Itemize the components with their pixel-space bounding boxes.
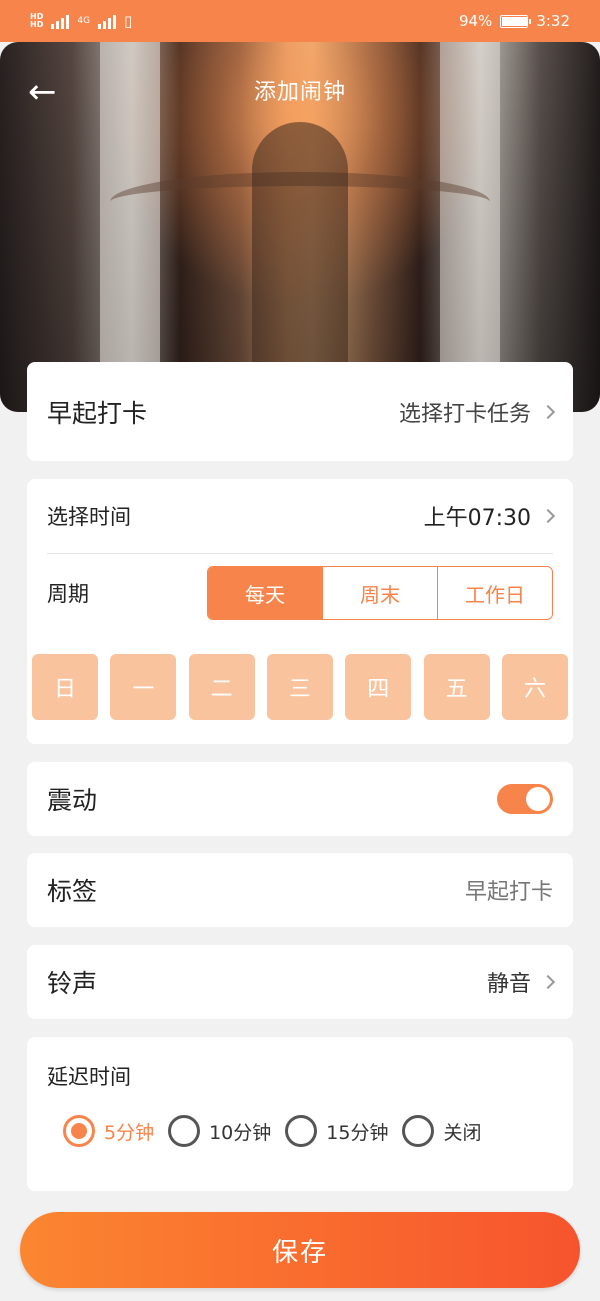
- radio-unchecked-icon: [402, 1115, 435, 1147]
- day-chip-sat[interactable]: 六: [501, 654, 568, 720]
- period-label: 周期: [47, 582, 89, 606]
- status-time: 3:32: [536, 12, 570, 30]
- day-chip-mon[interactable]: 一: [110, 654, 177, 720]
- time-label: 选择时间: [47, 505, 131, 529]
- day-chip-fri[interactable]: 五: [423, 654, 490, 720]
- battery-fill: [502, 16, 527, 26]
- period-option-daily[interactable]: 每天: [208, 567, 322, 619]
- save-button[interactable]: 保存: [20, 1212, 580, 1288]
- delay-options: 5分钟 10分钟 15分钟 关闭: [27, 1115, 573, 1147]
- ringtone-value-wrap: 静音: [486, 966, 556, 998]
- day-chip-sun[interactable]: 日: [32, 654, 98, 720]
- checkin-row[interactable]: 早起打卡 选择打卡任务: [27, 362, 573, 461]
- tag-value: 早起打卡: [464, 880, 553, 905]
- delay-option-label: 10分钟: [209, 1121, 272, 1144]
- tag-row[interactable]: 标签 早起打卡: [27, 853, 573, 927]
- period-option-workday[interactable]: 工作日: [437, 567, 552, 619]
- hd-indicator: HD HD: [30, 13, 43, 29]
- status-bar: HD HD 4G ▯ 94% 3:32: [0, 0, 600, 42]
- battery-icon: [500, 14, 532, 28]
- toggle-knob: [526, 787, 550, 811]
- page-title: 添加闹钟: [253, 80, 346, 105]
- status-right: 94% 3:32: [459, 12, 570, 30]
- delay-option-15min[interactable]: 15分钟: [285, 1115, 388, 1147]
- weekday-chips: 日 一 二 三 四 五 六: [32, 654, 568, 720]
- radio-checked-icon: [63, 1115, 95, 1147]
- signal-icon: [51, 13, 70, 29]
- day-chip-wed[interactable]: 三: [266, 654, 333, 720]
- tag-label: 标签: [47, 877, 98, 906]
- hd-bottom: HD: [30, 20, 44, 29]
- delay-card: 延迟时间 5分钟 10分钟 15分钟 关闭: [27, 1037, 573, 1191]
- network-type: 4G: [77, 16, 91, 26]
- chevron-right-icon: [540, 508, 556, 524]
- delay-option-label: 15分钟: [326, 1121, 389, 1144]
- ringtone-value: 静音: [486, 972, 531, 997]
- day-chip-thu[interactable]: 四: [345, 654, 412, 720]
- vibrate-label: 震动: [47, 786, 98, 815]
- period-option-weekend[interactable]: 周末: [322, 567, 437, 619]
- signal-icon-2: [98, 13, 117, 29]
- chevron-right-icon: [540, 974, 556, 990]
- checkin-value: 选择打卡任务: [398, 396, 556, 428]
- period-row: 周期 每天 周末 工作日: [27, 554, 573, 632]
- radio-unchecked-icon: [168, 1115, 201, 1147]
- vibrate-status-icon: ▯: [124, 12, 133, 30]
- delay-label: 延迟时间: [47, 1065, 131, 1089]
- ringtone-label: 铃声: [47, 969, 98, 998]
- hero-image: ← 添加闹钟: [0, 42, 600, 412]
- time-row[interactable]: 选择时间 上午07:30: [27, 479, 573, 553]
- status-left: HD HD 4G ▯: [30, 12, 132, 30]
- delay-header: 延迟时间: [27, 1037, 573, 1115]
- radio-unchecked-icon: [285, 1115, 318, 1147]
- time-card: 选择时间 上午07:30 周期 每天 周末 工作日 日 一 二 三 四 五 六: [27, 479, 573, 744]
- checkin-task-text: 选择打卡任务: [398, 401, 531, 427]
- delay-option-label: 关闭: [443, 1121, 482, 1144]
- delay-option-10min[interactable]: 10分钟: [168, 1115, 271, 1147]
- delay-option-off[interactable]: 关闭: [402, 1115, 481, 1147]
- delay-option-label: 5分钟: [104, 1121, 155, 1144]
- vibrate-toggle[interactable]: [497, 784, 553, 814]
- delay-option-5min[interactable]: 5分钟: [63, 1115, 154, 1147]
- period-segmented-control: 每天 周末 工作日: [207, 566, 553, 620]
- chevron-right-icon: [540, 404, 556, 419]
- vibrate-row: 震动: [27, 762, 573, 836]
- battery-percent: 94%: [458, 12, 493, 30]
- time-value: 上午07:30: [423, 506, 531, 531]
- time-value-wrap: 上午07:30: [423, 500, 556, 532]
- checkin-label: 早起打卡: [47, 398, 148, 428]
- ringtone-row[interactable]: 铃声 静音: [27, 945, 573, 1019]
- day-chip-tue[interactable]: 二: [188, 654, 255, 720]
